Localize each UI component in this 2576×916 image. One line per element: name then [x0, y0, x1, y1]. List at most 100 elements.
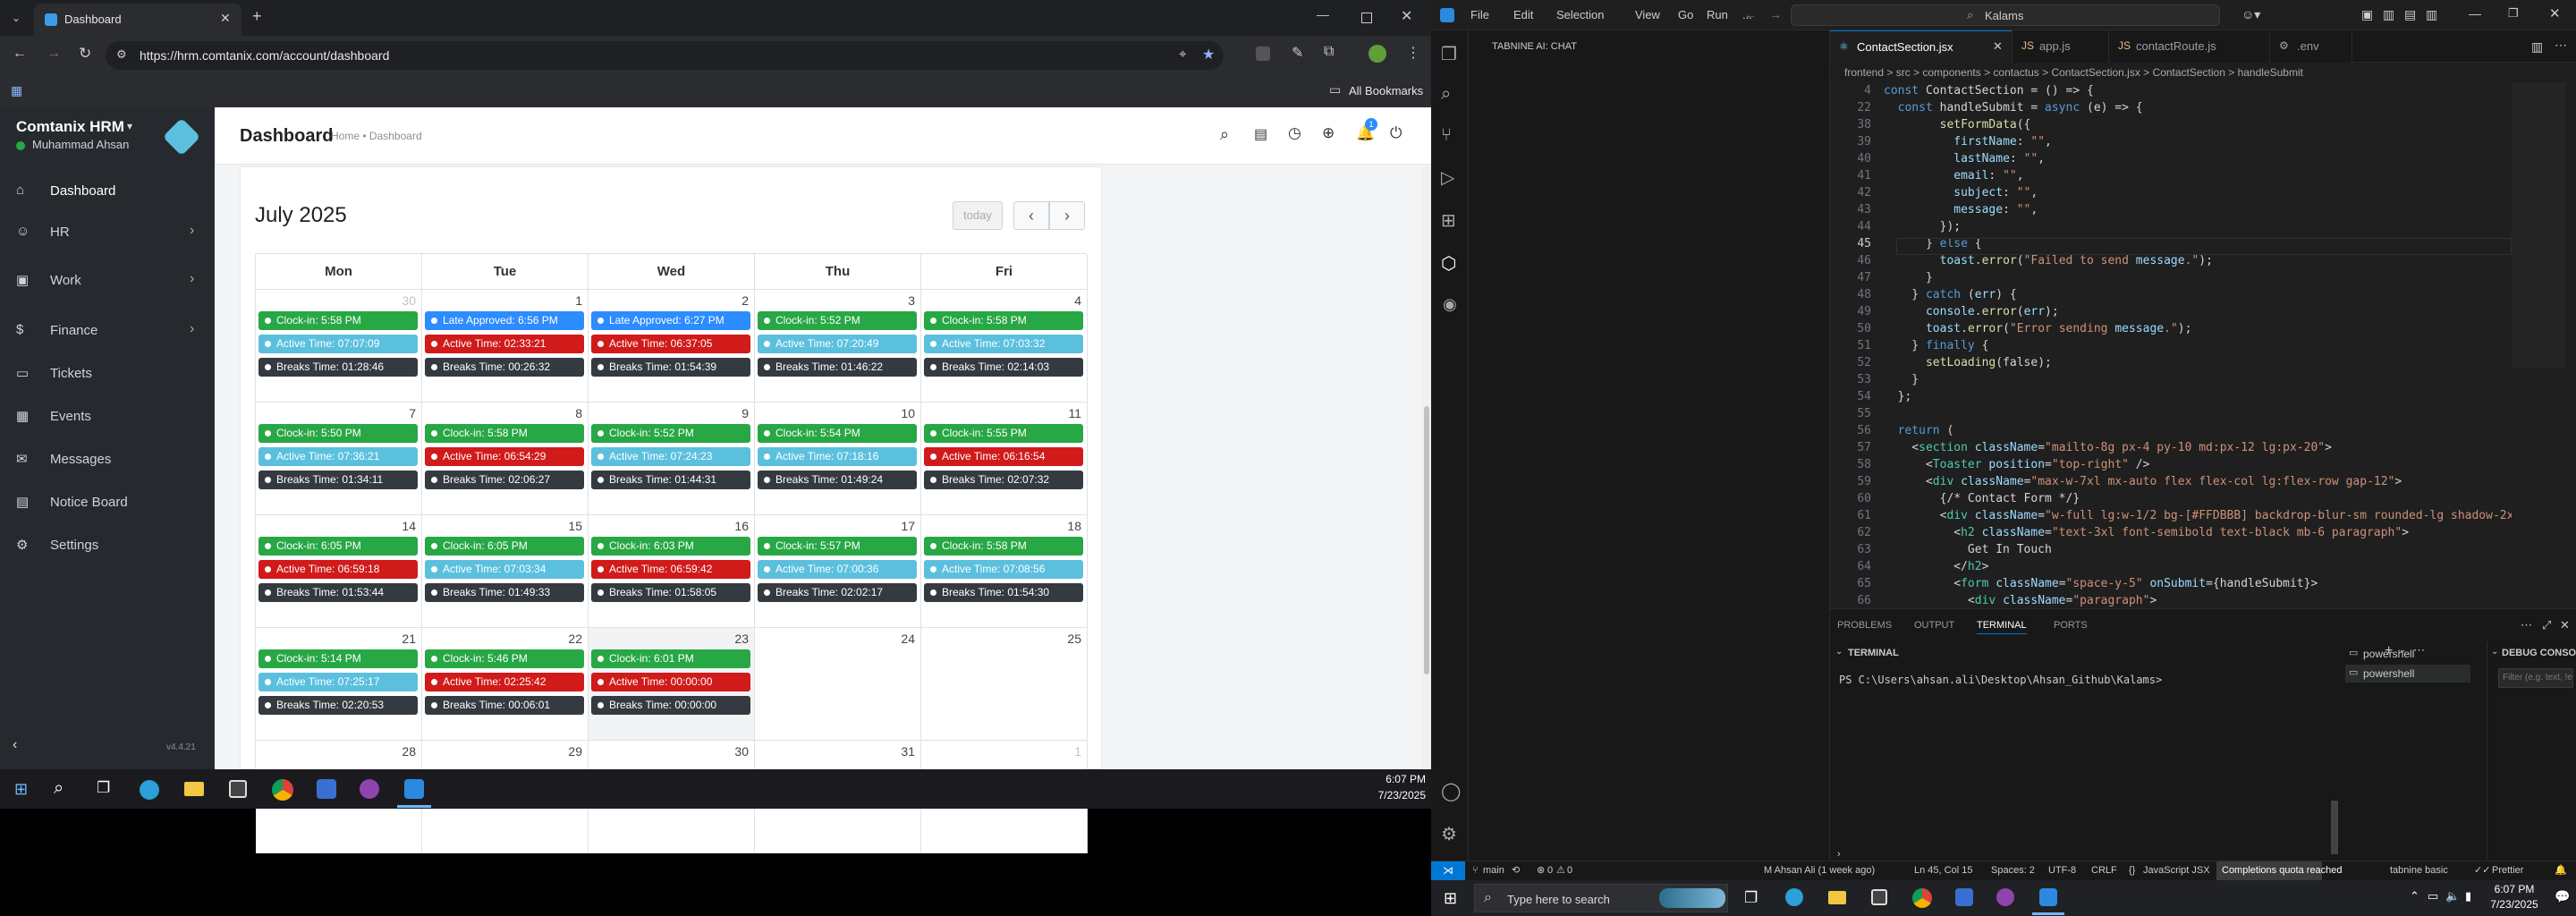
- minimap[interactable]: [2512, 82, 2565, 608]
- browser-menu-icon[interactable]: ⋮: [1406, 44, 1420, 62]
- code-editor[interactable]: 4 const ContactSection = () => {22 const …: [1830, 82, 2576, 608]
- calendar-day-cell[interactable]: 22 Clock-in: 5:46 PM Active Time: 02:25:42…: [422, 628, 589, 741]
- chrome-icon[interactable]: [272, 779, 293, 801]
- brand-dropdown-icon[interactable]: ▾: [127, 120, 132, 132]
- panel-tab[interactable]: PROBLEMS: [1837, 620, 1892, 631]
- tabnine-icon[interactable]: ⬡: [1441, 252, 1456, 275]
- task-view-icon-2[interactable]: ❐: [1744, 889, 1758, 907]
- minimap-slider[interactable]: [2512, 82, 2565, 369]
- logo-icon[interactable]: [162, 117, 201, 157]
- maximize-icon[interactable]: [1361, 13, 1372, 23]
- vscode-minimize-icon[interactable]: —: [2469, 6, 2481, 21]
- sidebar-item[interactable]: ▭ Tickets: [0, 358, 215, 390]
- calendar-day-cell[interactable]: 2 Late Approved: 6:27 PM Active Time: 06:3…: [589, 290, 755, 403]
- attendance-event[interactable]: Breaks Time: 00:26:32: [425, 358, 584, 377]
- github-icon[interactable]: [360, 779, 379, 799]
- git-blame[interactable]: M Ahsan Ali (1 week ago): [1764, 865, 1875, 876]
- attendance-event[interactable]: Breaks Time: 02:20:53: [258, 696, 418, 715]
- prev-month-button[interactable]: ‹: [1013, 201, 1049, 230]
- remote-window-button[interactable]: ⋊: [1431, 861, 1465, 881]
- calendar-day-cell[interactable]: 1 Late Approved: 6:56 PM Active Time: 02:3…: [422, 290, 589, 403]
- calendar-day-cell[interactable]: 15 Clock-in: 6:05 PM Active Time: 07:03:34…: [422, 515, 589, 628]
- attendance-event[interactable]: Clock-in: 5:58 PM: [425, 424, 584, 443]
- browser-tab[interactable]: Dashboard ✕: [34, 4, 242, 36]
- store-icon-2[interactable]: [1871, 889, 1887, 905]
- start-icon[interactable]: ⊞: [14, 780, 28, 799]
- chrome-icon-2[interactable]: [1912, 888, 1932, 908]
- copilot-icon[interactable]: ☺▾: [2241, 7, 2260, 22]
- site-info-icon[interactable]: ⚙: [116, 47, 127, 62]
- command-center-search[interactable]: ⌕ Kalams: [1791, 4, 2220, 26]
- explorer-icon[interactable]: ❐: [1441, 43, 1457, 65]
- calendar-day-cell[interactable]: 10 Clock-in: 5:54 PM Active Time: 07:18:16…: [755, 403, 921, 515]
- battery-icon[interactable]: ▮: [2465, 889, 2471, 903]
- attendance-event[interactable]: Late Approved: 6:56 PM: [425, 311, 584, 330]
- attendance-event[interactable]: Active Time: 06:16:54: [924, 447, 1083, 466]
- vscode-blue-icon[interactable]: [317, 779, 336, 799]
- sidebar-item[interactable]: $ Finance ›: [0, 315, 215, 347]
- editor-tab[interactable]: ⚛ ContactSection.jsx ✕: [1830, 30, 2012, 63]
- vscode-close-icon[interactable]: ✕: [2549, 5, 2561, 21]
- source-control-icon[interactable]: ⑂: [1441, 125, 1452, 146]
- attendance-event[interactable]: Breaks Time: 00:00:00: [591, 696, 750, 715]
- attendance-event[interactable]: Breaks Time: 01:49:33: [425, 583, 584, 602]
- search-activity-icon[interactable]: ⌕: [1441, 84, 1451, 105]
- vscode-maximize-icon[interactable]: ❐: [2508, 6, 2519, 21]
- breadcrumb-home[interactable]: Home: [331, 130, 360, 142]
- split-editor-icon[interactable]: ▥: [2531, 39, 2543, 55]
- attendance-event[interactable]: Active Time: 07:36:21: [258, 447, 418, 466]
- attendance-event[interactable]: Active Time: 06:37:05: [591, 335, 750, 353]
- bookmark-star-icon[interactable]: ★: [1202, 46, 1215, 64]
- attendance-event[interactable]: Active Time: 07:00:36: [758, 560, 917, 579]
- attendance-event[interactable]: Clock-in: 6:03 PM: [591, 537, 750, 556]
- attendance-event[interactable]: Active Time: 07:07:09: [258, 335, 418, 353]
- attendance-event[interactable]: Active Time: 02:25:42: [425, 673, 584, 691]
- calendar-day-cell[interactable]: 25: [921, 628, 1088, 741]
- attendance-event[interactable]: Clock-in: 5:57 PM: [758, 537, 917, 556]
- back-icon[interactable]: ←: [13, 46, 27, 62]
- sidebar-item[interactable]: ▣ Work ›: [0, 265, 215, 297]
- attendance-event[interactable]: Clock-in: 5:55 PM: [924, 424, 1083, 443]
- power-icon[interactable]: ⏻: [1390, 124, 1402, 142]
- calendar-day-cell[interactable]: 3 Clock-in: 5:52 PM Active Time: 07:20:49 B…: [755, 290, 921, 403]
- indentation[interactable]: Spaces: 2: [1991, 865, 2035, 876]
- sidebar-item[interactable]: ▤ Notice Board: [0, 487, 215, 519]
- calendar-day-cell[interactable]: 8 Clock-in: 5:58 PM Active Time: 06:54:29 B…: [422, 403, 589, 515]
- editor-tab[interactable]: JS contactRoute.js: [2109, 30, 2270, 63]
- taskbar-search-icon[interactable]: ⌕: [54, 778, 64, 799]
- attendance-event[interactable]: Breaks Time: 01:49:24: [758, 471, 917, 489]
- attendance-event[interactable]: Active Time: 06:54:29: [425, 447, 584, 466]
- terminal-prompt[interactable]: PS C:\Users\ahsan.ali\Desktop\Ahsan_Gith…: [1839, 674, 2162, 686]
- attendance-event[interactable]: Clock-in: 5:58 PM: [258, 311, 418, 330]
- next-month-button[interactable]: ›: [1049, 201, 1085, 230]
- edge-icon-2[interactable]: [1785, 888, 1803, 906]
- attendance-event[interactable]: Active Time: 06:59:42: [591, 560, 750, 579]
- language-mode[interactable]: JavaScript JSX: [2143, 865, 2210, 876]
- clock-icon[interactable]: ◷: [1288, 124, 1301, 142]
- search-icon[interactable]: ⌕: [1220, 125, 1229, 144]
- attendance-event[interactable]: Breaks Time: 02:14:03: [924, 358, 1083, 377]
- attendance-event[interactable]: Breaks Time: 01:46:22: [758, 358, 917, 377]
- prettier-status[interactable]: Prettier: [2492, 865, 2523, 876]
- run-debug-icon[interactable]: ▷: [1441, 166, 1454, 189]
- panel-expand-icon[interactable]: ›: [1837, 849, 1841, 860]
- errors-count[interactable]: 0: [1547, 865, 1553, 876]
- attendance-event[interactable]: Breaks Time: 02:06:27: [425, 471, 584, 489]
- vscode-blue-icon-2[interactable]: [1955, 888, 1973, 906]
- vscode-icon[interactable]: [404, 779, 424, 799]
- page-scrollbar-thumb[interactable]: [1424, 406, 1429, 674]
- today-button[interactable]: today: [953, 201, 1003, 230]
- extensions-icon[interactable]: ⊞: [1441, 209, 1456, 232]
- attendance-event[interactable]: Clock-in: 5:50 PM: [258, 424, 418, 443]
- action-center-icon[interactable]: 💬: [2555, 889, 2570, 904]
- profile-avatar[interactable]: [1368, 45, 1386, 63]
- panel-tab[interactable]: PORTS: [2054, 620, 2088, 631]
- all-bookmarks-link[interactable]: All Bookmarks: [1349, 84, 1423, 98]
- cursor-position[interactable]: Ln 45, Col 15: [1914, 865, 1972, 876]
- page-scrollbar[interactable]: [1422, 166, 1431, 769]
- branch-name[interactable]: main: [1483, 865, 1504, 876]
- tray-chevron-icon[interactable]: ⌃: [2410, 889, 2419, 903]
- pen-extension-icon[interactable]: ✎: [1292, 44, 1303, 62]
- close-panel-icon[interactable]: ✕: [2560, 618, 2570, 632]
- attendance-event[interactable]: Clock-in: 5:58 PM: [924, 537, 1083, 556]
